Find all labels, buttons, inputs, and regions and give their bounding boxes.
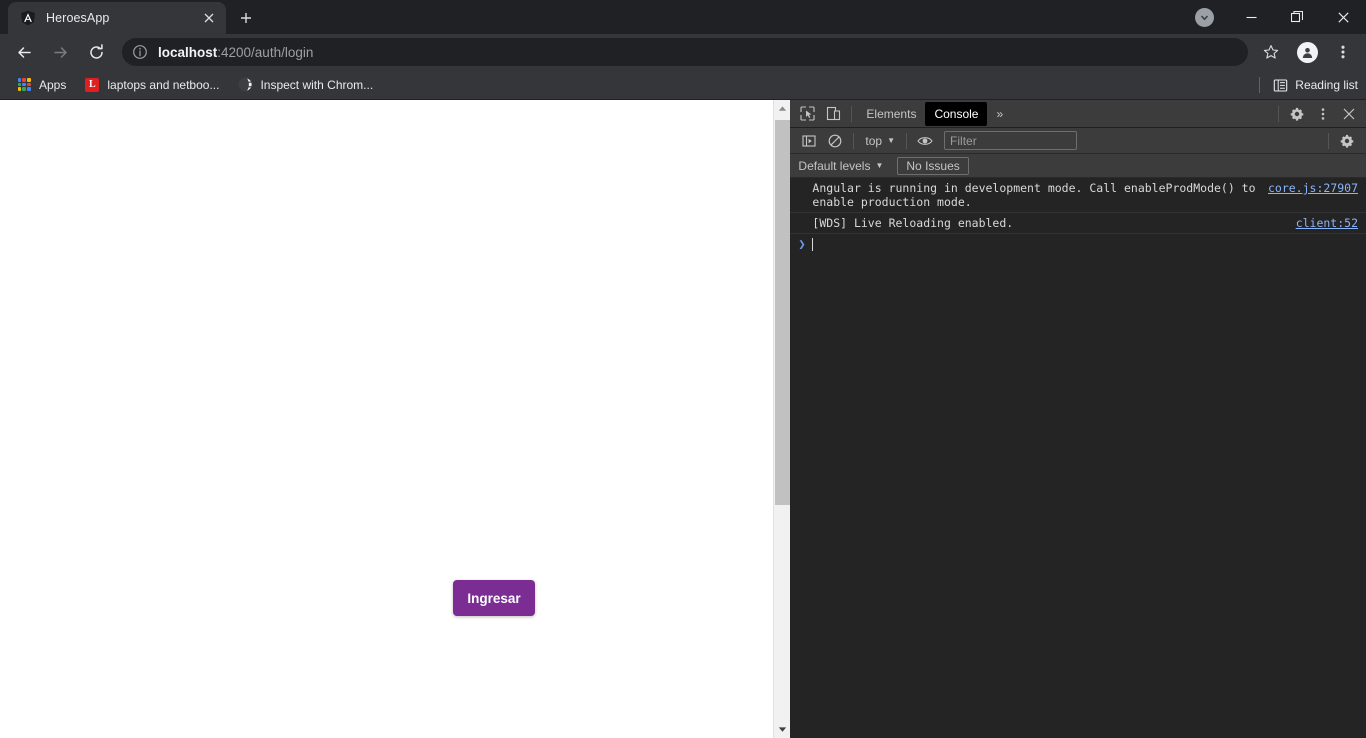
globe-icon xyxy=(237,77,253,93)
web-page-viewport: Ingresar xyxy=(0,100,774,738)
console-levels-selector[interactable]: Default levels ▼ xyxy=(798,159,883,173)
devtools-tabbar-right xyxy=(1273,100,1362,128)
live-expression-icon[interactable] xyxy=(912,129,938,153)
scrollbar-down-arrow[interactable] xyxy=(774,721,791,738)
more-options-icon[interactable] xyxy=(1310,102,1336,126)
new-tab-button[interactable] xyxy=(232,4,260,32)
browser-window: HeroesApp localhost:4200/auth/login Apps… xyxy=(0,0,1366,738)
device-toolbar-icon[interactable] xyxy=(820,102,846,126)
url-host: localhost xyxy=(158,44,218,60)
scrollbar-up-arrow[interactable] xyxy=(774,100,791,117)
site-info-icon[interactable] xyxy=(132,44,148,60)
l-favicon: L xyxy=(84,77,100,93)
close-devtools-icon[interactable] xyxy=(1336,102,1362,126)
bookmark-star-icon[interactable] xyxy=(1256,37,1286,67)
chevron-down-icon: ▼ xyxy=(875,161,884,170)
profile-avatar[interactable] xyxy=(1292,37,1322,67)
console-output[interactable]: Angular is running in development mode. … xyxy=(790,178,1366,738)
bookmark-apps[interactable]: Apps xyxy=(8,74,74,96)
console-prompt-caret xyxy=(811,237,813,251)
console-sidebar-icon[interactable] xyxy=(796,129,822,153)
inspect-element-icon[interactable] xyxy=(794,102,820,126)
ingresar-button[interactable]: Ingresar xyxy=(453,580,535,616)
settings-gear-icon[interactable] xyxy=(1284,102,1310,126)
maximize-window-button[interactable] xyxy=(1274,0,1320,34)
devtools-divider-right xyxy=(1278,106,1279,122)
devtools-tabbar: Elements Console » xyxy=(790,100,1366,128)
devtools-tab-elements[interactable]: Elements xyxy=(857,102,925,126)
bookmarks-bar: Apps L laptops and netboo... Inspect wit… xyxy=(0,70,1366,100)
filter-divider-1 xyxy=(853,132,855,149)
browser-toolbar: localhost:4200/auth/login xyxy=(0,34,1366,70)
reading-list-button[interactable]: Reading list xyxy=(1259,70,1358,100)
console-message-source[interactable]: core.js:27907 xyxy=(1268,181,1358,195)
tab-strip: HeroesApp xyxy=(0,0,1366,34)
bookmark-label: laptops and netboo... xyxy=(107,77,220,92)
address-bar-url: localhost:4200/auth/login xyxy=(158,45,313,60)
forward-button[interactable] xyxy=(45,37,75,67)
page-scrollbar[interactable] xyxy=(773,100,791,738)
reading-list-icon xyxy=(1272,77,1288,93)
bookmark-inspect-with-chromevox[interactable]: Inspect with Chrom... xyxy=(229,74,381,96)
devtools-divider xyxy=(851,105,853,122)
angular-favicon xyxy=(20,10,36,26)
console-settings-icon[interactable] xyxy=(1334,129,1360,153)
bookmark-label: Inspect with Chrom... xyxy=(260,77,374,92)
console-prompt-arrow: ❯ xyxy=(798,237,806,251)
devtools-more-tabs-button[interactable]: » xyxy=(987,102,1012,126)
clear-console-icon[interactable] xyxy=(822,129,848,153)
back-button[interactable] xyxy=(9,37,39,67)
reading-list-label: Reading list xyxy=(1295,78,1358,92)
filter-divider-3 xyxy=(1328,133,1329,149)
console-prompt[interactable]: ❯ xyxy=(790,234,1366,254)
devtools-panel: Elements Console » top ▼ Filter Default … xyxy=(790,100,1366,738)
content-area: Ingresar Elements Console » top ▼ Filter… xyxy=(0,100,1366,738)
console-message-source[interactable]: client:52 xyxy=(1296,216,1358,230)
close-window-button[interactable] xyxy=(1320,0,1366,34)
console-level-bar: Default levels ▼ No Issues xyxy=(790,154,1366,178)
console-message[interactable]: [WDS] Live Reloading enabled. client:52 xyxy=(790,213,1366,234)
no-issues-badge[interactable]: No Issues xyxy=(897,156,969,175)
tab-title: HeroesApp xyxy=(46,11,110,25)
console-filter-input[interactable] xyxy=(944,131,1078,150)
bookmarks-divider xyxy=(1259,77,1261,93)
chevron-down-icon: ▼ xyxy=(887,136,896,145)
reload-button[interactable] xyxy=(81,37,111,67)
bookmark-laptops-and-netbooks[interactable]: L laptops and netboo... xyxy=(76,74,227,96)
console-filter-bar: top ▼ xyxy=(790,128,1366,154)
minimize-window-button[interactable] xyxy=(1228,0,1274,34)
address-bar[interactable]: localhost:4200/auth/login xyxy=(122,38,1248,66)
close-tab-icon[interactable] xyxy=(200,9,218,27)
console-message-text: [WDS] Live Reloading enabled. xyxy=(812,216,1014,230)
filter-divider-2 xyxy=(906,132,908,149)
bookmark-label: Apps xyxy=(39,77,67,92)
window-controls xyxy=(1190,0,1366,34)
chrome-menu-button[interactable] xyxy=(1328,37,1358,67)
console-context-label: top xyxy=(865,133,883,148)
scrollbar-thumb[interactable] xyxy=(775,120,791,505)
url-path: :4200/auth/login xyxy=(217,44,314,60)
devtools-tab-console[interactable]: Console xyxy=(925,101,988,126)
apps-grid-icon xyxy=(16,77,32,93)
console-filter-right xyxy=(1323,128,1360,154)
console-message[interactable]: Angular is running in development mode. … xyxy=(790,178,1366,213)
browser-tab-heroesapp[interactable]: HeroesApp xyxy=(8,2,226,34)
console-levels-label: Default levels xyxy=(798,158,871,173)
console-context-selector[interactable]: top ▼ xyxy=(859,131,901,151)
update-available-icon[interactable] xyxy=(1190,3,1218,31)
